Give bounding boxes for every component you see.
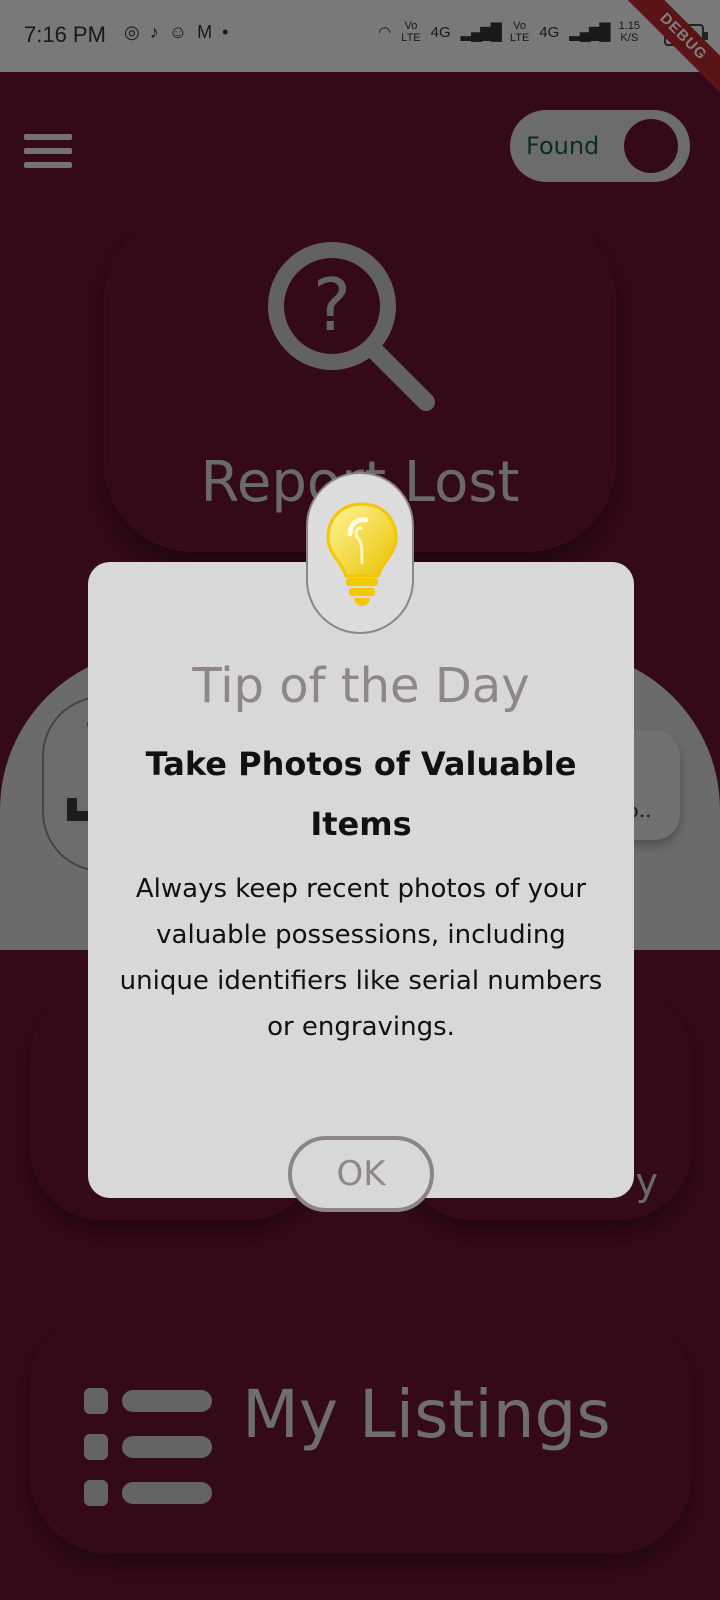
lightbulb-icon — [326, 502, 398, 606]
dialog-title: Tip of the Day — [192, 658, 530, 714]
tip-dialog: Tip of the Day Take Photos of Valuable I… — [88, 562, 634, 1198]
bulb-badge — [306, 472, 414, 634]
app-root: 7:16 PM ◎♪☺M• ◠ Vo LTE 4G ▂▄▆█ Vo LTE 4G… — [0, 0, 720, 1600]
dialog-body: Always keep recent photos of your valuab… — [119, 874, 603, 1042]
ok-button[interactable]: OK — [288, 1136, 434, 1212]
dialog-heading: Take Photos of Valuable Items — [145, 745, 577, 843]
